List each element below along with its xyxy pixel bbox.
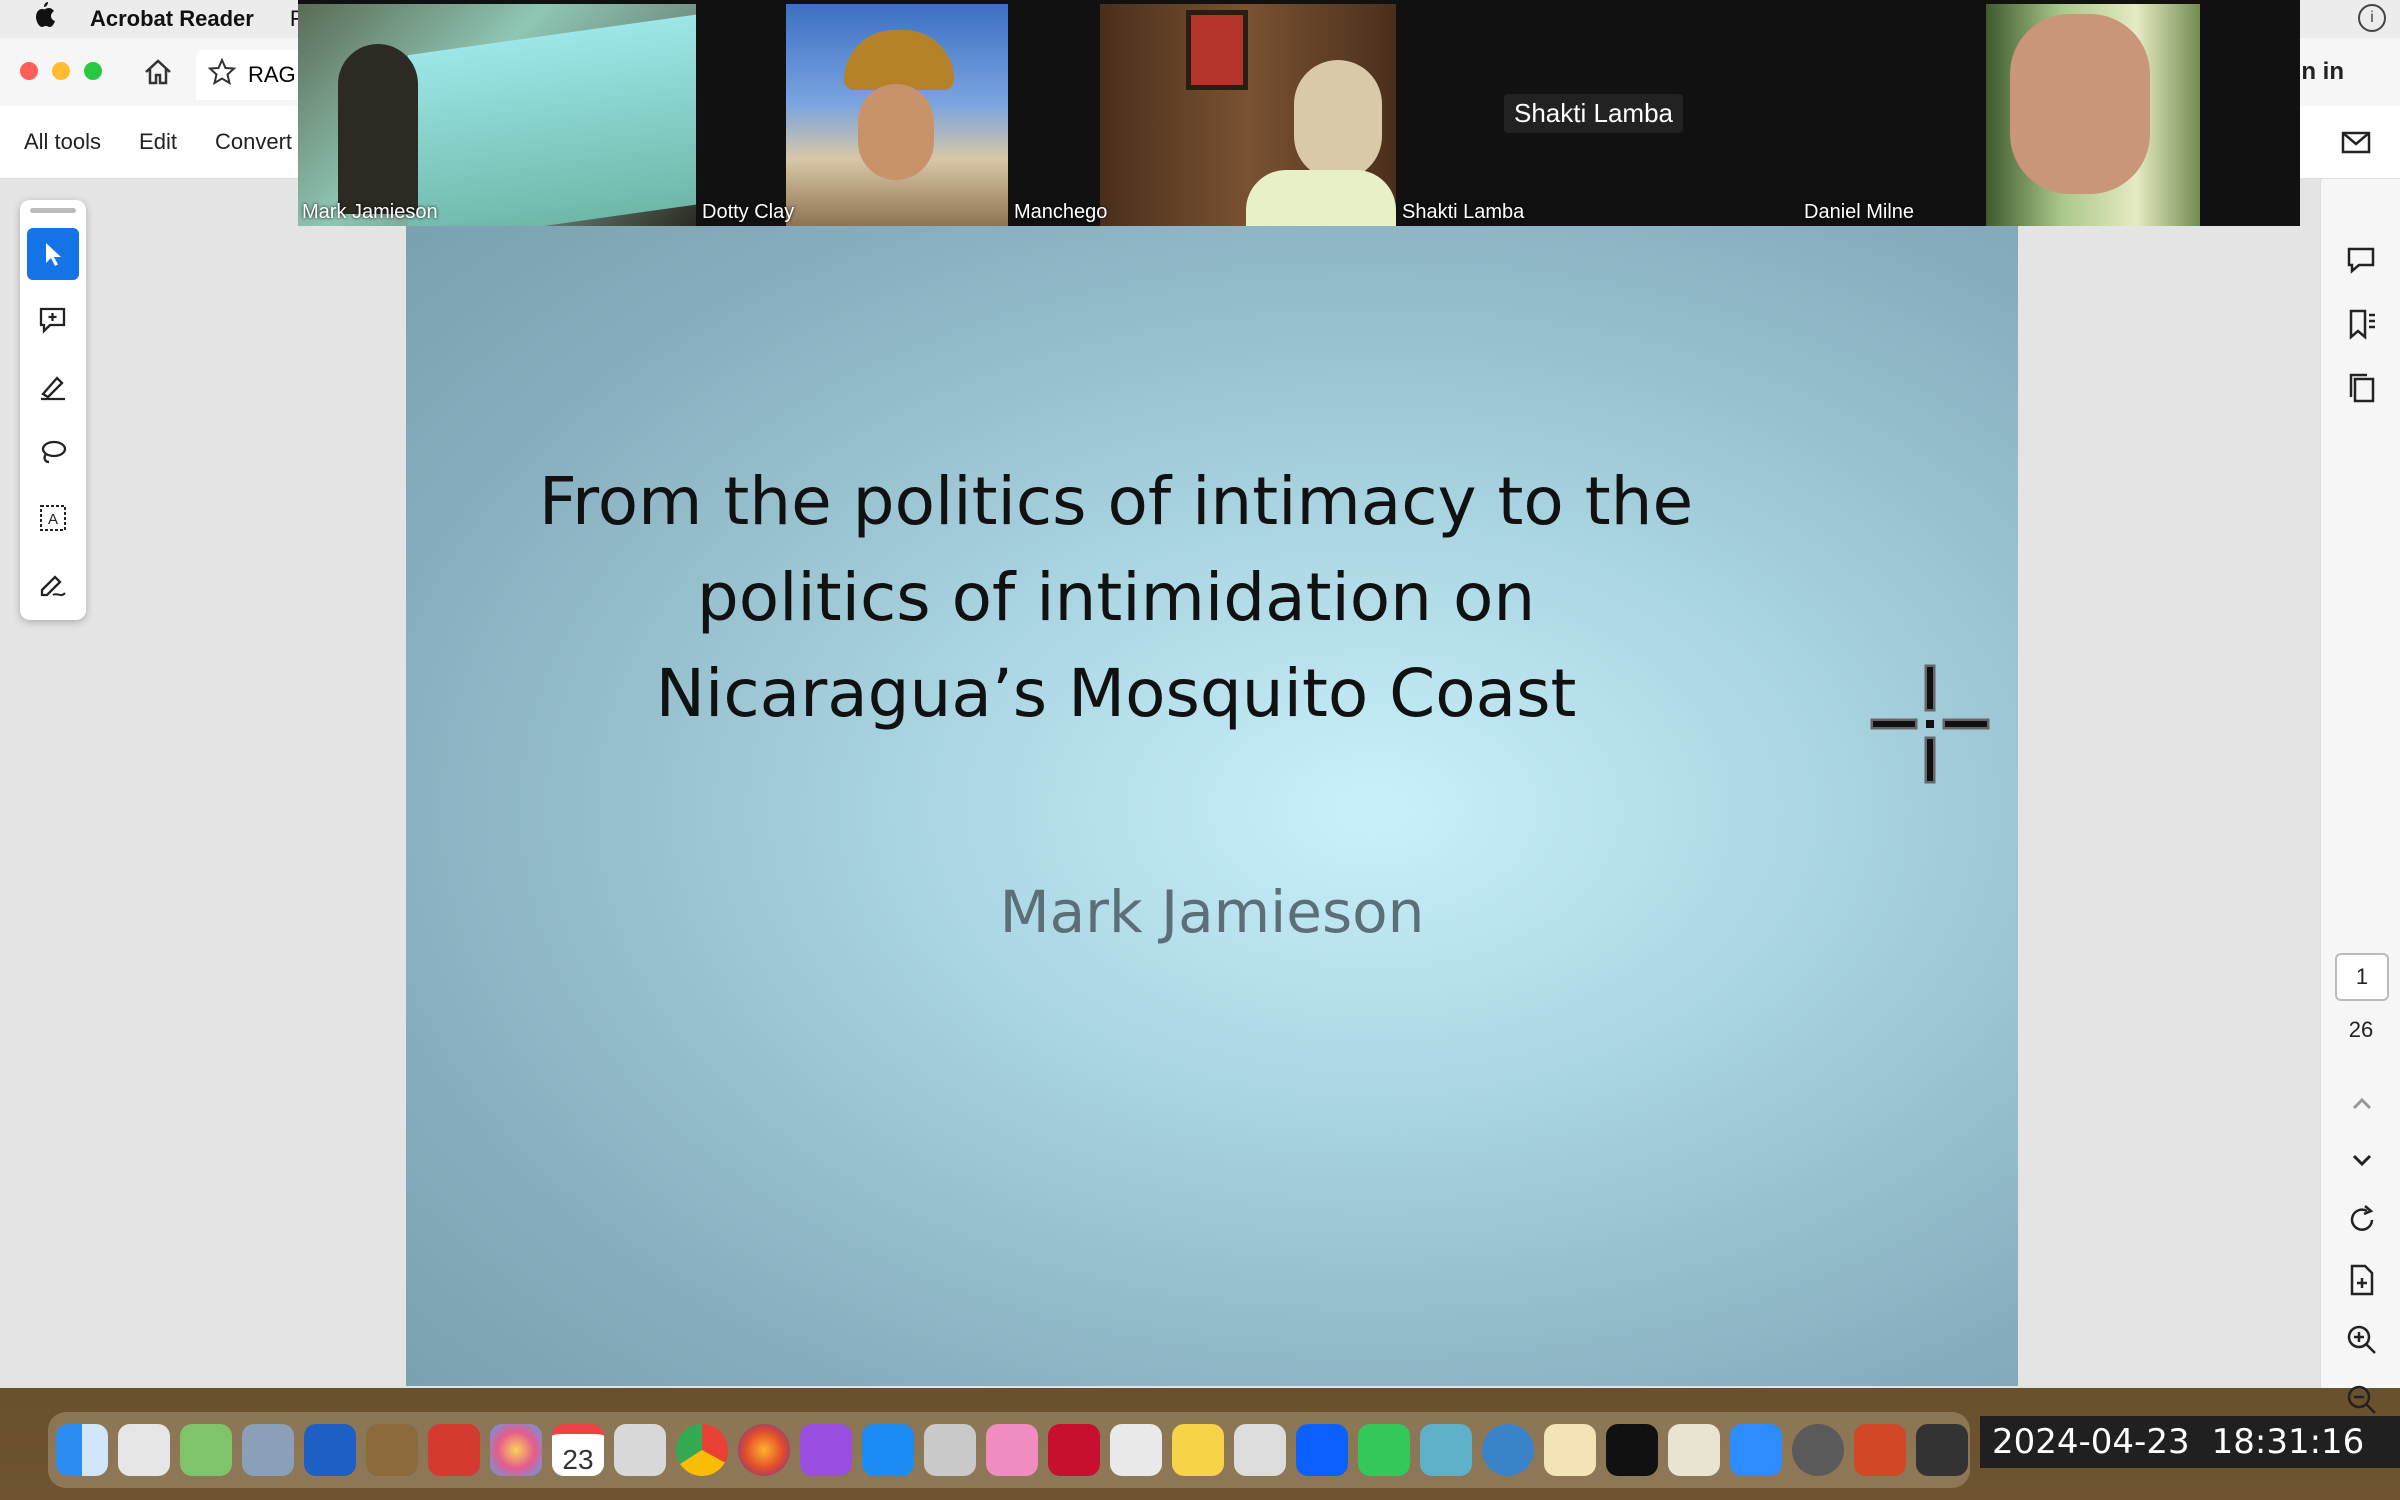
zoom-icon[interactable] <box>1730 1424 1782 1476</box>
chevron-up-icon[interactable] <box>2343 1085 2381 1123</box>
calendar-day: 23 <box>562 1444 594 1475</box>
apple-tv-icon[interactable] <box>1606 1424 1658 1476</box>
messages-icon[interactable] <box>1358 1424 1410 1476</box>
app-menu-acrobat[interactable]: Acrobat Reader <box>90 6 254 32</box>
total-pages-label: 26 <box>2348 1017 2374 1042</box>
notes-icon[interactable] <box>1172 1424 1224 1476</box>
projected-slide-image <box>408 12 696 226</box>
right-rail: 1 26 <box>2320 179 2400 1414</box>
add-comment-icon[interactable] <box>27 294 79 346</box>
document-tab-label: RAG <box>248 62 296 87</box>
edit-button[interactable]: Edit <box>139 129 177 155</box>
palette-drag-handle[interactable] <box>30 208 76 213</box>
parallels-icon[interactable] <box>428 1424 480 1476</box>
chrome-icon[interactable] <box>676 1424 728 1476</box>
participant-name: Mark Jamieson <box>302 201 438 223</box>
presenter-silhouette <box>338 44 418 214</box>
document-export-icon[interactable] <box>2343 1261 2381 1299</box>
slide-author: Mark Jamieson <box>999 878 1425 946</box>
calendar-icon[interactable]: 23 <box>552 1424 604 1476</box>
participant-name: Dotty Clay <box>702 201 795 223</box>
sign-pen-icon[interactable] <box>27 558 79 610</box>
minimize-window-button[interactable] <box>52 62 70 80</box>
slide-title: From the politics of intimacy to the pol… <box>538 463 1694 732</box>
shirt-shape <box>1246 170 1396 226</box>
participant-tile[interactable]: Manchego <box>1010 4 1396 226</box>
word-icon[interactable] <box>304 1424 356 1476</box>
face-shape <box>1294 60 1382 180</box>
participant-name: Shakti Lamba <box>1402 201 1525 223</box>
no-entry-icon[interactable] <box>1110 1424 1162 1476</box>
bookmark-icon[interactable] <box>2343 305 2381 343</box>
maps-icon[interactable] <box>180 1424 232 1476</box>
firefox-icon[interactable] <box>738 1424 790 1476</box>
finder-icon[interactable] <box>56 1424 108 1476</box>
tool-palette: A <box>20 200 86 620</box>
participant-name: Daniel Milne <box>1804 201 1915 223</box>
dropbox-icon[interactable] <box>1296 1424 1348 1476</box>
textedit-icon[interactable] <box>1544 1424 1596 1476</box>
powerpoint-icon[interactable] <box>1854 1424 1906 1476</box>
app-store-icon[interactable] <box>862 1424 914 1476</box>
screenshot-icon[interactable] <box>1234 1424 1286 1476</box>
participant-tile[interactable]: Daniel Milne <box>1800 4 2200 226</box>
office-icon[interactable] <box>1668 1424 1720 1476</box>
zoom-out-icon[interactable] <box>2343 1381 2381 1419</box>
folder-icon[interactable] <box>366 1424 418 1476</box>
face-shape <box>2010 14 2150 194</box>
quicktime-icon[interactable] <box>1482 1424 1534 1476</box>
all-tools-button[interactable]: All tools <box>24 129 101 155</box>
mail-icon[interactable] <box>2338 124 2374 160</box>
zoom-in-icon[interactable] <box>2343 1321 2381 1359</box>
overlay-date: 2024-04-23 <box>1992 1422 2190 1462</box>
participant-name: Manchego <box>1014 201 1108 223</box>
photos-icon[interactable] <box>490 1424 542 1476</box>
lasso-icon[interactable] <box>27 426 79 478</box>
rotate-icon[interactable] <box>2343 1201 2381 1239</box>
current-page-field[interactable]: 1 <box>2335 953 2389 1001</box>
select-arrow-icon[interactable] <box>27 228 79 280</box>
info-icon[interactable]: i <box>2358 4 2386 32</box>
system-settings-icon[interactable] <box>1792 1424 1844 1476</box>
chevron-down-icon[interactable] <box>2343 1141 2381 1179</box>
spreadsheet-icon[interactable] <box>1420 1424 1472 1476</box>
podcasts-icon[interactable] <box>800 1424 852 1476</box>
dock: 23 <box>48 1412 1970 1488</box>
pages-icon[interactable] <box>2343 369 2381 407</box>
launchpad-icon[interactable] <box>118 1424 170 1476</box>
apple-icon[interactable] <box>32 1 58 37</box>
participant-nameplate: Shakti Lamba <box>1504 94 1683 133</box>
participant-tile[interactable]: Mark Jamieson <box>298 4 696 226</box>
close-window-button[interactable] <box>20 62 38 80</box>
svg-text:A: A <box>48 511 58 528</box>
whatsapp-icon[interactable] <box>614 1424 666 1476</box>
slide-page: From the politics of intimacy to the pol… <box>406 186 2018 1386</box>
convert-button[interactable]: Convert <box>215 129 292 155</box>
wall-picture <box>1186 10 1248 90</box>
home-icon[interactable] <box>140 54 176 90</box>
zoom-window-button[interactable] <box>84 62 102 80</box>
crosshair-cursor-icon <box>1868 662 1992 786</box>
overlay-time: 18:31:16 <box>2211 1422 2365 1462</box>
star-icon[interactable] <box>207 57 237 92</box>
menubar-status-area: i <box>2358 4 2386 32</box>
video-participant-strip: Mark Jamieson Dotty Clay Manchego Shakti… <box>298 0 2300 226</box>
participant-tile[interactable]: Dotty Clay <box>698 4 1008 226</box>
text-select-icon[interactable]: A <box>27 492 79 544</box>
unknown-app-icon[interactable] <box>1916 1424 1968 1476</box>
calculator-icon[interactable] <box>924 1424 976 1476</box>
acrobat-icon[interactable] <box>1048 1424 1100 1476</box>
highlight-pen-icon[interactable] <box>27 360 79 412</box>
comment-icon[interactable] <box>2343 241 2381 279</box>
participant-tile[interactable]: Shakti Lamba Shakti Lamba <box>1398 4 1798 226</box>
preview-icon[interactable] <box>242 1424 294 1476</box>
keynote-icon[interactable] <box>986 1424 1038 1476</box>
timestamp-overlay: 2024-04-23 18:31:16 <box>1980 1416 2400 1468</box>
face-shape <box>858 84 934 180</box>
